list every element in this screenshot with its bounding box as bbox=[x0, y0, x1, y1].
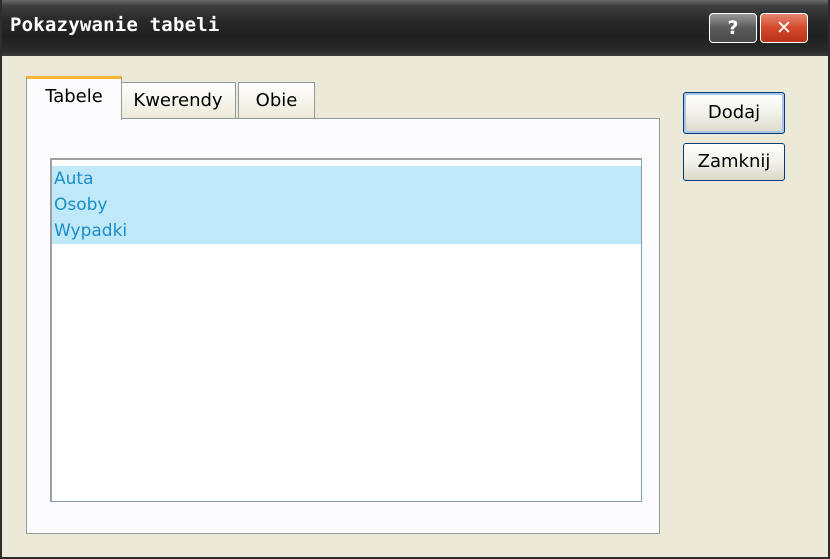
close-window-button[interactable]: ✕ bbox=[760, 13, 808, 43]
tab-obie[interactable]: Obie bbox=[238, 82, 315, 119]
close-button[interactable]: Zamknij bbox=[683, 143, 785, 181]
list-item-osoby[interactable]: Osoby bbox=[52, 192, 641, 218]
tab-label: Obie bbox=[255, 90, 298, 111]
help-button[interactable]: ? bbox=[709, 13, 757, 43]
table-list[interactable]: Auta Osoby Wypadki bbox=[50, 158, 642, 502]
title-bar[interactable]: Pokazywanie tabeli ? ✕ bbox=[2, 0, 828, 56]
dialog-window: Pokazywanie tabeli ? ✕ Kwerendy Obie Tab… bbox=[0, 0, 830, 559]
window-title: Pokazywanie tabeli bbox=[10, 14, 220, 36]
tab-label: Tabele bbox=[45, 86, 103, 107]
list-item-auta[interactable]: Auta bbox=[52, 166, 641, 192]
add-button[interactable]: Dodaj bbox=[683, 92, 785, 134]
list-item-wypadki[interactable]: Wypadki bbox=[52, 218, 641, 244]
tab-tabele[interactable]: Tabele bbox=[26, 76, 122, 120]
close-icon: ✕ bbox=[776, 17, 792, 39]
help-icon: ? bbox=[727, 17, 739, 39]
tab-label: Kwerendy bbox=[133, 90, 223, 111]
tab-kwerendy[interactable]: Kwerendy bbox=[120, 82, 236, 119]
